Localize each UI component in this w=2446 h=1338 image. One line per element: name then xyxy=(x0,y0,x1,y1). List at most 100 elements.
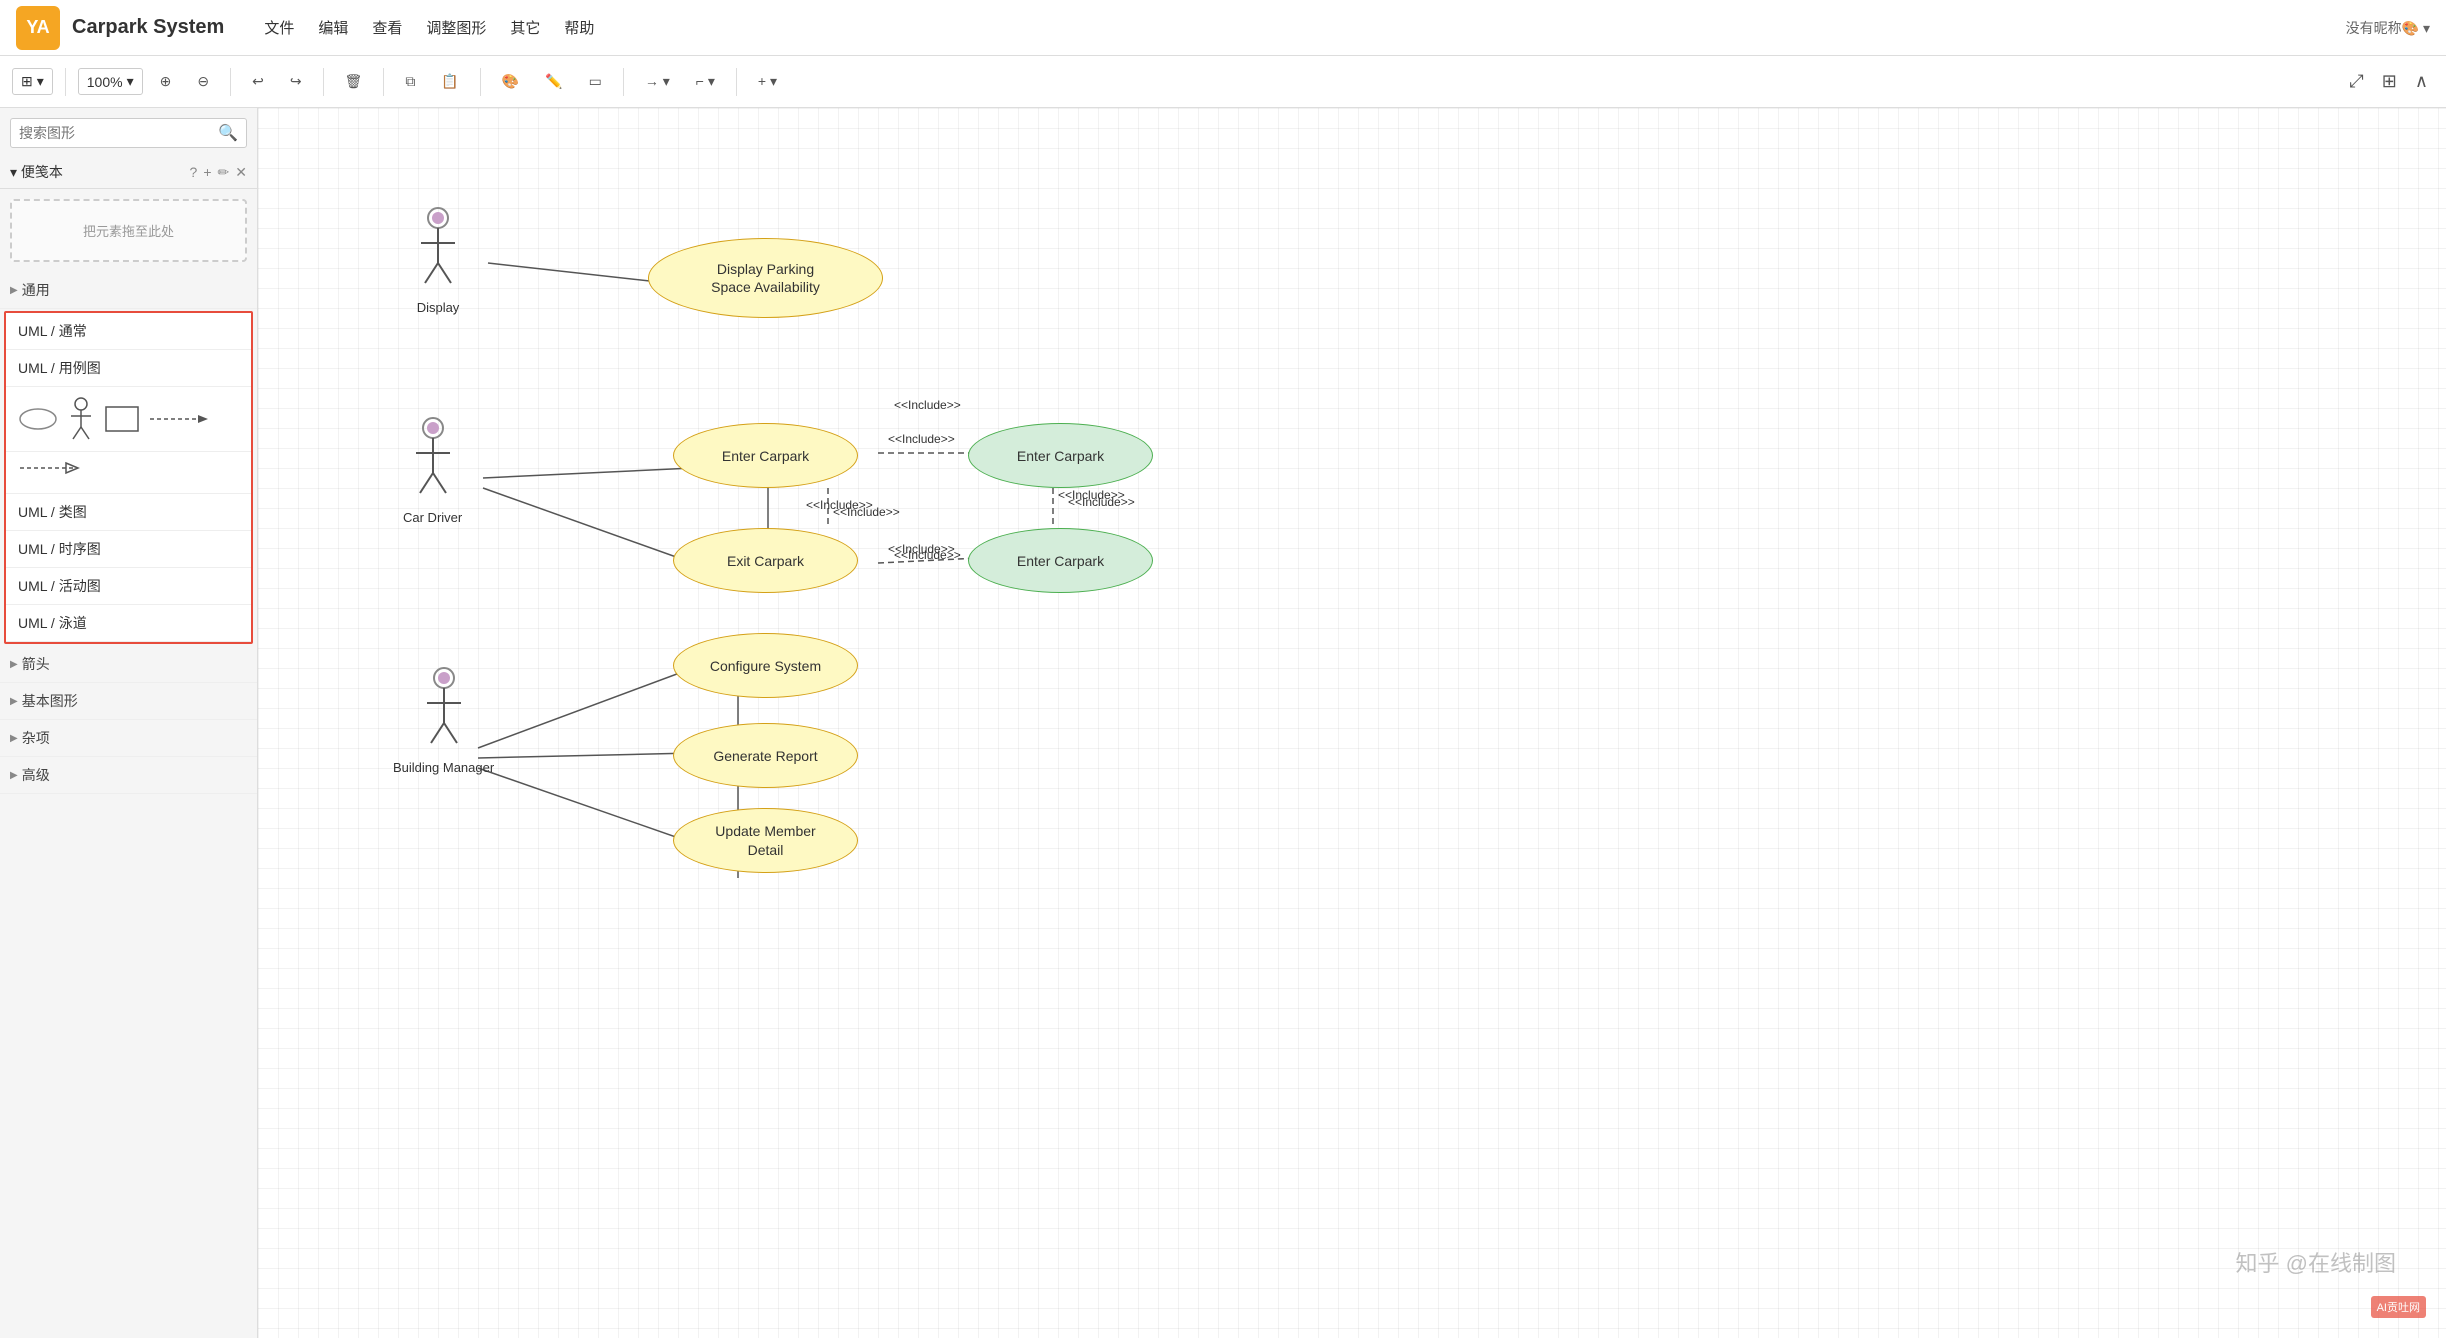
notepad-edit[interactable]: ✏ xyxy=(218,164,230,181)
car-driver-figure xyxy=(408,418,458,508)
usecase-configure-system[interactable]: Configure System xyxy=(673,633,858,698)
actor-car-driver: Car Driver xyxy=(403,418,462,525)
notepad-add[interactable]: + xyxy=(203,164,211,181)
stroke-button[interactable]: ✏️ xyxy=(536,68,571,95)
expand-button[interactable]: ⤢ xyxy=(2343,69,2369,94)
zoom-selector[interactable]: 100% ▾ xyxy=(78,68,143,95)
uml-seq-item[interactable]: UML / 时序图 xyxy=(6,531,251,568)
actor-icon xyxy=(66,397,96,441)
split-button[interactable]: ⊞ xyxy=(2376,69,2403,94)
uml-shape-dashed-arrow[interactable] xyxy=(148,397,208,441)
search-box[interactable]: 🔍 xyxy=(10,118,247,148)
collapse-button[interactable]: ∧ xyxy=(2409,69,2434,94)
notepad-drop-text: 把元素拖至此处 xyxy=(83,224,174,239)
search-icon[interactable]: 🔍 xyxy=(218,123,238,143)
category-label: 高级 xyxy=(22,765,50,785)
uml-section: UML / 通常 UML / 用例图 xyxy=(4,311,253,644)
building-manager-label: Building Manager xyxy=(393,760,494,775)
menu-view[interactable]: 查看 xyxy=(372,17,402,38)
arrow-icon: ▶ xyxy=(10,659,18,670)
canvas[interactable]: <<Include>> <<Include>> <<Include>> <<In… xyxy=(258,108,2446,1338)
include-label-3: <<Include>> xyxy=(806,498,873,512)
redo-button[interactable]: ↪ xyxy=(281,68,311,95)
category-arrow[interactable]: ▶ 箭头 xyxy=(0,646,257,683)
usecase-enter-carpark-3-label: Enter Carpark xyxy=(1017,553,1104,569)
plus-button[interactable]: + ▾ xyxy=(749,68,786,95)
zoom-level: 100% xyxy=(87,74,123,90)
app-title: Carpark System xyxy=(72,16,224,39)
copy-button[interactable]: ⧉ xyxy=(396,68,424,95)
view-controls: ⤢ ⊞ ∧ xyxy=(2343,69,2434,94)
usecase-update-member-label: Update MemberDetail xyxy=(715,822,815,858)
toolbar-sep-7 xyxy=(736,68,737,96)
notepad-close[interactable]: ✕ xyxy=(235,164,247,181)
usecase-enter-carpark-1[interactable]: Enter Carpark xyxy=(673,423,858,488)
notepad-help[interactable]: ? xyxy=(190,164,198,181)
usecase-generate-report-label: Generate Report xyxy=(713,748,817,764)
category-label: 通用 xyxy=(22,280,50,300)
arrow1-button[interactable]: → ▾ xyxy=(636,68,679,95)
undo-icon: ↩ xyxy=(252,73,264,90)
uml-shape-rect[interactable] xyxy=(104,397,140,441)
uml-shape-ellipse[interactable] xyxy=(18,397,58,441)
uml-activity-item[interactable]: UML / 活动图 xyxy=(6,568,251,605)
category-basic[interactable]: ▶ 基本图形 xyxy=(0,683,257,720)
layout-arrow: ▾ xyxy=(37,73,44,90)
usecase-generate-report[interactable]: Generate Report xyxy=(673,723,858,788)
usecase-enter-carpark-3[interactable]: Enter Carpark xyxy=(968,528,1153,593)
uml-swim-item[interactable]: UML / 泳道 xyxy=(6,605,251,642)
actor-display: Display xyxy=(413,208,463,315)
arrow1-icon: → ▾ xyxy=(645,73,670,90)
titlebar: YA Carpark System 文件 编辑 查看 调整图形 其它 帮助 没有… xyxy=(0,0,2446,56)
rect-button[interactable]: ▭ xyxy=(580,68,611,95)
rect-icon xyxy=(104,405,140,433)
menu-file[interactable]: 文件 xyxy=(264,17,294,38)
toolbar-sep-6 xyxy=(623,68,624,96)
usecase-enter-carpark-2[interactable]: Enter Carpark xyxy=(968,423,1153,488)
delete-button[interactable]: 🗑 xyxy=(336,68,372,95)
category-label: 杂项 xyxy=(22,728,50,748)
undo-button[interactable]: ↩ xyxy=(243,68,273,95)
rect-icon: ▭ xyxy=(589,73,602,90)
arrow2-button[interactable]: ⌐ ▾ xyxy=(687,68,724,95)
uml-shapes-row xyxy=(6,387,251,452)
actor-building-manager: Building Manager xyxy=(393,668,494,775)
notepad-header: ▾ 便笺本 ? + ✏ ✕ xyxy=(0,156,257,189)
category-general[interactable]: ▶ 通用 xyxy=(0,272,257,309)
uml-class-item[interactable]: UML / 类图 xyxy=(6,494,251,531)
layout-selector[interactable]: ⊞ ▾ xyxy=(12,68,53,95)
zoom-in-button[interactable]: ⊕ xyxy=(151,68,181,95)
zoom-arrow: ▾ xyxy=(127,73,134,90)
usecase-exit-carpark[interactable]: Exit Carpark xyxy=(673,528,858,593)
arrow-icon: ▶ xyxy=(10,733,18,744)
menu-help[interactable]: 帮助 xyxy=(564,17,594,38)
category-misc[interactable]: ▶ 杂项 xyxy=(0,720,257,757)
layout-icon: ⊞ xyxy=(21,73,33,90)
menu-adjust[interactable]: 调整图形 xyxy=(426,17,486,38)
menu-other[interactable]: 其它 xyxy=(510,17,540,38)
redo-icon: ↪ xyxy=(290,73,302,90)
include-label-4: <<Include>> xyxy=(1058,488,1125,502)
uml-shape-actor[interactable] xyxy=(66,397,96,441)
fill-icon: 🎨 xyxy=(502,73,519,90)
user-area[interactable]: 没有昵称🎨 ▾ xyxy=(2346,18,2430,38)
notepad-drop-zone: 把元素拖至此处 xyxy=(10,199,247,262)
usecase-update-member[interactable]: Update MemberDetail xyxy=(673,808,858,873)
usecase-configure-system-label: Configure System xyxy=(710,658,821,674)
zoom-out-button[interactable]: ⊖ xyxy=(188,68,218,95)
sidebar: 🔍 ▾ 便笺本 ? + ✏ ✕ 把元素拖至此处 ▶ 通用 UML / 通常 UM… xyxy=(0,108,258,1338)
user-name: 没有昵称🎨 ▾ xyxy=(2346,18,2430,38)
copy-icon: ⧉ xyxy=(405,73,415,90)
uml-usecase-item[interactable]: UML / 用例图 xyxy=(6,350,251,387)
toolbar-sep-5 xyxy=(480,68,481,96)
paste-button[interactable]: 📋 xyxy=(432,68,467,95)
search-input[interactable] xyxy=(19,125,218,141)
usecase-display-parking[interactable]: Display ParkingSpace Availability xyxy=(648,238,883,318)
uml-normal-item[interactable]: UML / 通常 xyxy=(6,313,251,350)
dashed-arrow-icon xyxy=(148,409,208,429)
category-advanced[interactable]: ▶ 高级 xyxy=(0,757,257,794)
menu-edit[interactable]: 编辑 xyxy=(318,17,348,38)
fill-button[interactable]: 🎨 xyxy=(493,68,528,95)
toolbar-sep-1 xyxy=(65,68,66,96)
include-label-1: <<Include>> xyxy=(894,398,961,412)
